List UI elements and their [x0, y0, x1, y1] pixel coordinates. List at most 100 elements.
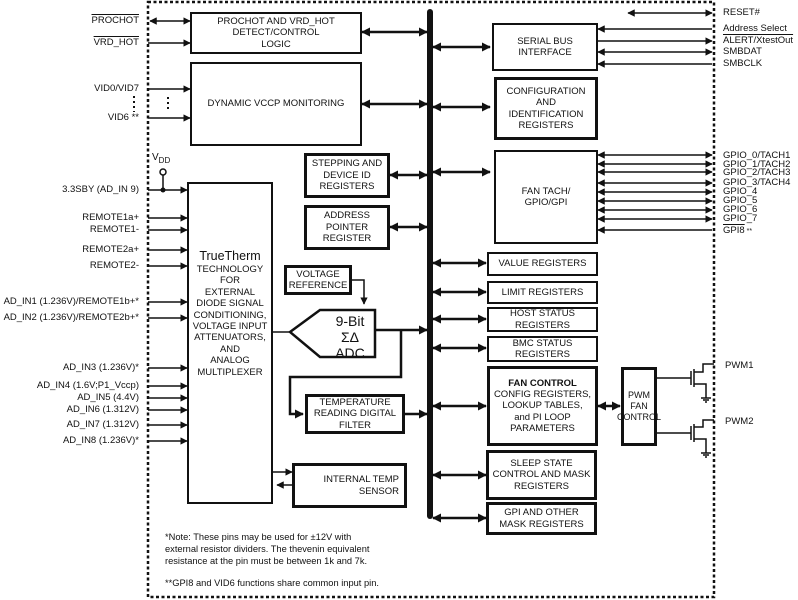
pin-reset: RESET# [723, 7, 760, 18]
block-line: VOLTAGE [296, 268, 340, 280]
mosfet-pwm1-icon [678, 363, 714, 403]
fan-control-block: FAN CONTROL CONFIG REGISTERS, LOOKUP TAB… [487, 366, 598, 446]
block-line: FAN [630, 401, 648, 412]
block-line: CONTROL AND MASK [492, 469, 591, 481]
voltage-reference-block: VOLTAGE REFERENCE [284, 265, 352, 295]
footnote-resistor: *Note: These pins may be used for ±12V w… [165, 532, 369, 568]
block-line: VALUE REGISTERS [498, 258, 587, 270]
block-line: ANALOG [210, 355, 250, 367]
pin-ad-in2: AD_IN2 (1.236V)/REMOTE2b+* [3, 312, 139, 323]
block-line: PWM [628, 390, 650, 401]
stepping-device-id-block: STEPPING AND DEVICE ID REGISTERS [304, 153, 390, 198]
block-line: DETECT/CONTROL [232, 27, 320, 39]
block-line: EXTERNAL [204, 286, 256, 298]
block-line: POINTER [325, 221, 369, 233]
block-line: and PI LOOP [514, 411, 571, 423]
adc-label: 9-Bit ΣΔ ADC [325, 313, 375, 361]
block-line: REGISTERS [518, 119, 574, 131]
pin-ad-in1: AD_IN1 (1.236V)/REMOTE1b+* [3, 296, 139, 307]
block-line: FOR [219, 275, 241, 287]
block-line: LIMIT REGISTERS [501, 286, 584, 298]
pin-prochot: PROCHOT [91, 15, 140, 26]
bmc-status-registers-block: BMC STATUS REGISTERS [487, 336, 598, 362]
block-line: REGISTERS [319, 181, 375, 193]
serial-bus-interface-block: SERIAL BUS INTERFACE [492, 23, 598, 71]
block-line: REGISTERS [515, 319, 570, 331]
sleep-state-registers-block: SLEEP STATE CONTROL AND MASK REGISTERS [486, 450, 597, 500]
pin-vid0-vid7: VID0/VID7 [94, 83, 139, 94]
block-line: INTERFACE [518, 47, 572, 58]
block-line: CONFIG REGISTERS, [493, 388, 592, 400]
note-line: *Note: These pins may be used for ±12V w… [165, 532, 352, 542]
pin-ad-in8: AD_IN8 (1.236V)* [62, 435, 139, 446]
limit-registers-block: LIMIT REGISTERS [487, 281, 598, 304]
block-line: CONFIGURATION [506, 85, 586, 97]
temp-reading-filter-block: TEMPERATURE READING DIGITAL FILTER [305, 394, 405, 434]
pin-ad-in7: AD_IN7 (1.312V) [66, 419, 139, 430]
block-line: SLEEP STATE [510, 457, 573, 469]
block-line: SERIAL BUS [517, 35, 573, 47]
block-line: GPI AND OTHER [504, 507, 579, 519]
pin-alert: ALERT/XtestOut [723, 35, 794, 46]
mosfet-pwm2-icon [678, 419, 714, 458]
block-line: BMC STATUS [512, 337, 573, 349]
block-line: AND [219, 343, 241, 355]
pin-vrd-hot: VRD_HOT [93, 37, 139, 48]
block-line: TEMPERATURE [319, 396, 391, 408]
fan-tach-gpio-block: FAN TACH/ GPIO/GPI [494, 150, 598, 244]
pin-gpio-7: GPIO_7 [723, 213, 758, 224]
vccp-monitoring-block: DYNAMIC VCCP MONITORING [190, 62, 362, 146]
block-line: HOST STATUS [510, 308, 575, 320]
vdd-label-sub: DD [158, 156, 171, 165]
block-line: REGISTERS [515, 349, 570, 360]
pin-gpi8-suffix: ** [744, 228, 753, 235]
block-line: INTERNAL TEMP [323, 474, 400, 486]
block-line: DYNAMIC VCCP MONITORING [207, 98, 345, 110]
adc-label-line: 9-Bit [335, 313, 365, 329]
pin-ad-in6: AD_IN6 (1.312V) [66, 404, 139, 415]
block-line: FAN TACH/ [521, 185, 571, 197]
block-line: REGISTERS [514, 480, 569, 492]
block-line: REFERENCE [288, 280, 348, 291]
block-line: LOGIC [261, 38, 291, 50]
prochot-logic-block: PROCHOT AND VRD_HOT DETECT/CONTROL LOGIC [190, 12, 362, 54]
pin-ad-in5: AD_IN5 (4.4V) [77, 392, 139, 403]
vdd-label-main: V [152, 152, 159, 163]
block-line: MASK REGISTERS [499, 518, 584, 530]
block-line: LOOKUP TABLES, [502, 400, 583, 412]
note-line: external resistor dividers. The thevenin… [165, 543, 370, 554]
pin-pwm2: PWM2 [725, 416, 754, 427]
gpi-mask-registers-block: GPI AND OTHER MASK REGISTERS [486, 502, 597, 535]
adc-label-line: ΣΔ ADC [335, 329, 365, 362]
footnote-gpi8-vid6: **GPI8 and VID6 functions share common i… [165, 578, 379, 588]
block-line: DIODE SIGNAL [196, 298, 264, 310]
fan-control-title: FAN CONTROL [508, 377, 577, 389]
block-line: FILTER [338, 419, 372, 431]
block-line: STEPPING AND [311, 158, 383, 170]
internal-temp-sensor-block: INTERNAL TEMP SENSOR [292, 463, 407, 508]
note-line: resistance at the pin must be between 1k… [165, 555, 368, 566]
block-line: ATTENUATORS, [194, 332, 266, 344]
block-line: MULTIPLEXER [197, 366, 263, 378]
block-line: DEVICE ID [323, 169, 371, 181]
block-line: READING DIGITAL [313, 408, 397, 420]
pin-ad-in4: AD_IN4 (1.6V;P1_Vccp) [36, 380, 139, 391]
pin-gpi8: GPI8 ** [723, 226, 752, 236]
pin-remote1a: REMOTE1a+ [82, 212, 139, 223]
truetherm-title: TrueTherm [199, 249, 261, 263]
truetherm-block: TrueTherm TECHNOLOGY FOR EXTERNAL DIODE … [187, 182, 273, 504]
block-line: CONDITIONING, [193, 309, 267, 321]
pin-gpi8-label: GPI8 [723, 225, 745, 236]
block-line: TECHNOLOGY [196, 264, 264, 275]
pin-pwm1: PWM1 [725, 360, 754, 371]
block-line: PARAMETERS [510, 423, 575, 435]
pin-remote1m: REMOTE1- [89, 224, 139, 235]
pin-address-select: Address Select [723, 23, 787, 34]
block-line: IDENTIFICATION [508, 108, 584, 120]
block-line: GPIO/GPI [524, 197, 568, 208]
block-line: VOLTAGE INPUT [192, 320, 268, 332]
pin-3v3-sby: 3.3SBY (AD_IN 9) [62, 184, 139, 195]
pin-ad-in3: AD_IN3 (1.236V)* [62, 362, 139, 373]
pwm-fan-control-block: PWM FAN CONTROL [617, 367, 661, 446]
block-line: PROCHOT AND VRD_HOT [217, 15, 335, 27]
